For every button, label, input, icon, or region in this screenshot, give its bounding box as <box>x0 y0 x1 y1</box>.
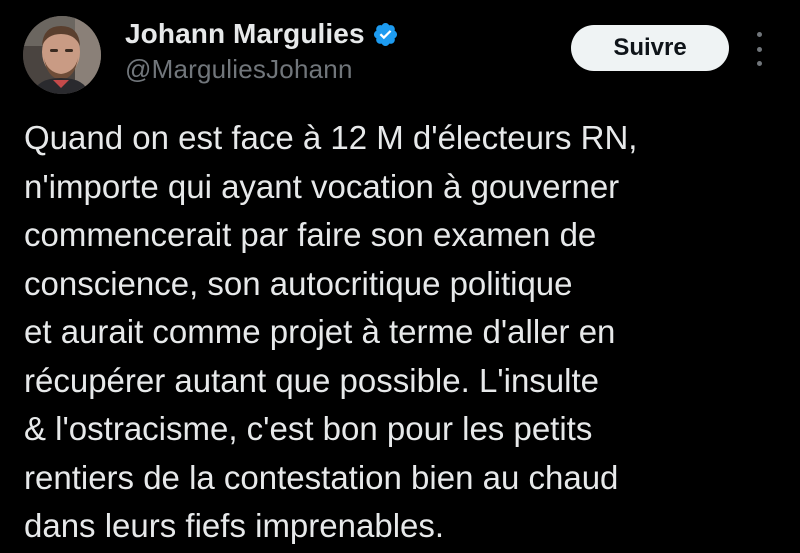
tweet-text-line: et aurait comme projet à terme d'aller e… <box>24 313 616 350</box>
verified-badge-icon <box>372 21 399 48</box>
tweet-text-line: conscience, son autocritique politique <box>24 264 573 302</box>
tweet-text-line: commencerait par faire son examen de <box>24 216 597 253</box>
more-dot <box>756 46 762 52</box>
tweet-text-line: & l'ostracisme, c'est bon pour les petit… <box>24 410 593 447</box>
tweet-text: Quand on est face à 12 M d'électeurs RN,… <box>24 114 794 551</box>
tweet-text-line: récupérer autant que possible. L'insulte <box>24 361 600 399</box>
author-name-row[interactable]: Johann Margulies <box>125 15 399 53</box>
tweet-text-line: rentiers de la contestation bien au chau… <box>24 458 619 496</box>
tweet-text-line: n'importe qui ayant vocation à gouverner <box>24 167 620 205</box>
tweet-text-line: Quand on est face à 12 M d'électeurs RN, <box>24 119 638 156</box>
author-display-name[interactable]: Johann Margulies <box>125 18 365 50</box>
author-handle[interactable]: @MarguliesJohann <box>125 54 353 85</box>
more-dot <box>756 61 762 66</box>
follow-button[interactable]: Suivre <box>571 25 729 71</box>
tweet-card: Johann Margulies @MarguliesJohann Suivre… <box>0 0 800 553</box>
tweet-text-line: dans leurs fiefs imprenables. <box>24 507 445 544</box>
more-vertical-icon[interactable] <box>748 32 770 66</box>
avatar-photo <box>23 16 101 94</box>
more-dot <box>756 32 762 37</box>
avatar[interactable] <box>23 16 101 94</box>
